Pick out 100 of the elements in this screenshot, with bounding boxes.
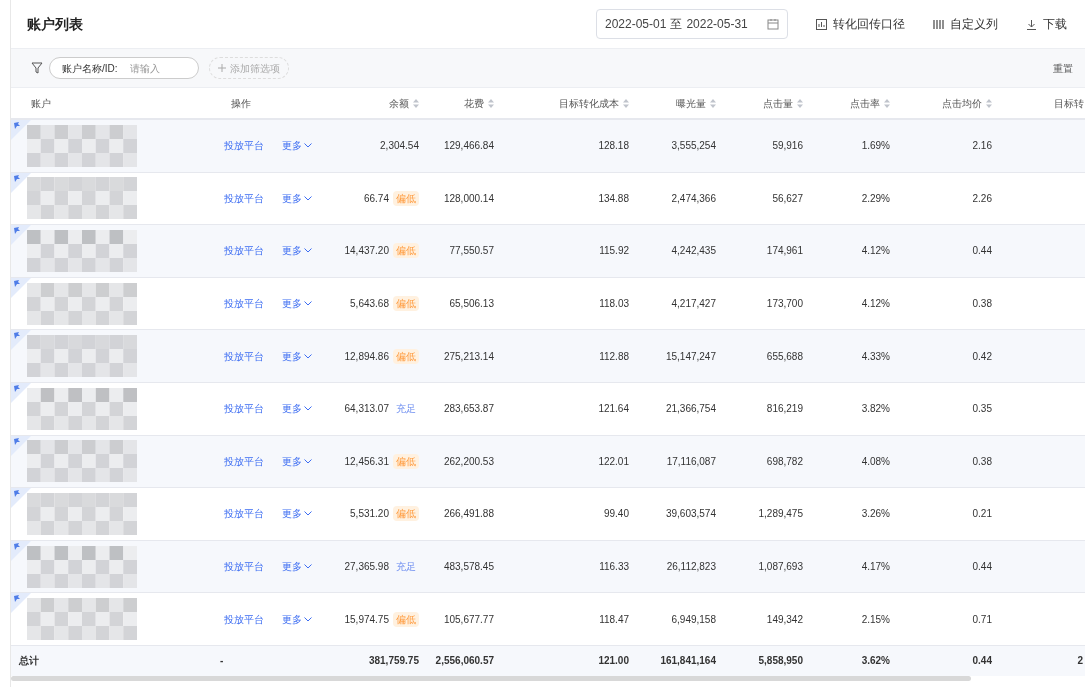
status-tag: 偏低: [393, 296, 419, 312]
platform-link[interactable]: 投放平台: [224, 559, 264, 575]
table-cell-text: 262,200.53: [443, 454, 494, 469]
table-cell-text: 118.03: [599, 297, 629, 312]
table-cell-text: 122.01: [598, 454, 629, 469]
toolbar-button[interactable]: 下载: [1026, 15, 1067, 33]
more-dropdown[interactable]: 更多: [282, 138, 312, 154]
download-icon: [1026, 18, 1037, 30]
chevron-icon: [304, 511, 312, 517]
platform-link[interactable]: 投放平台: [224, 348, 264, 364]
more-dropdown[interactable]: 更多: [282, 348, 312, 364]
table-cell-text: 15,147,247: [665, 349, 716, 364]
table-cell-text: 2.15%: [861, 612, 890, 627]
table-cell-text: 77,550.57: [449, 244, 494, 259]
table-cell-text: 0.21: [972, 507, 992, 522]
sort-icon[interactable]: [710, 98, 716, 108]
table-cell-text: 99.40: [603, 507, 629, 522]
column-header[interactable]: 曝光量: [631, 95, 718, 111]
sort-icon[interactable]: [884, 98, 890, 108]
table-cell-text: 0.44: [972, 244, 992, 259]
table-cell-text: 27,365.98: [344, 560, 389, 575]
table-cell-text: 3,555,254: [671, 139, 716, 154]
table-cell-text: 15,974.75: [344, 612, 389, 627]
sort-icon[interactable]: [413, 98, 419, 108]
start-date: 2022-05-01: [605, 16, 667, 33]
reset-button[interactable]: 重置: [1053, 60, 1073, 76]
table-cell-text: 14,437.20: [344, 244, 389, 259]
more-dropdown[interactable]: 更多: [282, 506, 312, 522]
column-header[interactable]: 点击率: [805, 95, 892, 111]
platform-link[interactable]: 投放平台: [224, 138, 264, 154]
chevron-icon: [304, 143, 312, 149]
table-cell-text: 266,491.88: [443, 507, 494, 522]
table-cell-text: 149,342: [766, 612, 803, 627]
filter-icon[interactable]: [31, 62, 43, 74]
column-header[interactable]: 余额: [331, 95, 421, 111]
more-dropdown[interactable]: 更多: [282, 190, 312, 206]
more-dropdown[interactable]: 更多: [282, 611, 312, 627]
platform-link[interactable]: 投放平台: [224, 296, 264, 312]
status-tag: 偏低: [393, 348, 419, 364]
table-cell-text: 2.16: [972, 139, 992, 154]
chart-icon: [816, 18, 827, 30]
status-tag: 充足: [393, 401, 419, 417]
more-dropdown[interactable]: 更多: [282, 243, 312, 259]
table-cell-text: 0.38: [972, 297, 992, 312]
more-dropdown[interactable]: 更多: [282, 296, 312, 312]
table-cell-text: 115.92: [599, 244, 629, 259]
pin-icon: [11, 593, 31, 614]
table-cell-text: 698,782: [766, 454, 803, 469]
column-header[interactable]: 花费: [421, 95, 496, 111]
platform-link[interactable]: 投放平台: [224, 401, 264, 417]
account-search-field[interactable]: 账户名称/ID: 请输入: [49, 57, 199, 79]
column-header[interactable]: 点击均价: [892, 95, 994, 111]
table-cell-text: 105,677.77: [443, 612, 494, 627]
table-cell-text: 121.00: [597, 654, 630, 669]
more-dropdown[interactable]: 更多: [282, 453, 312, 469]
table-cell-text: 12,894.86: [344, 349, 389, 364]
table-cell-text: 173,700: [766, 297, 803, 312]
table-cell-text: 128.18: [598, 139, 629, 154]
chevron-icon: [304, 616, 312, 622]
table-cell-text: 0.44: [971, 654, 993, 669]
column-header[interactable]: 目标转化成本: [496, 95, 631, 111]
pin-icon: [11, 488, 31, 509]
platform-link[interactable]: 投放平台: [224, 243, 264, 259]
sort-icon[interactable]: [797, 98, 803, 108]
platform-link[interactable]: 投放平台: [224, 506, 264, 522]
chevron-icon: [304, 301, 312, 307]
platform-link[interactable]: 投放平台: [224, 190, 264, 206]
sort-icon[interactable]: [986, 98, 992, 108]
chevron-icon: [304, 564, 312, 570]
sort-icon[interactable]: [623, 98, 629, 108]
column-header[interactable]: 点击量: [718, 95, 805, 111]
search-input[interactable]: 请输入: [129, 60, 190, 76]
date-range-field[interactable]: 2022-05-01 至 2022-05-31: [596, 9, 788, 39]
table-cell-text: 1,289,475: [758, 507, 803, 522]
column-header: 目标转: [1053, 96, 1085, 111]
table-cell-text: 4.08%: [861, 454, 890, 469]
toolbar-button[interactable]: 自定义列: [933, 15, 998, 33]
more-dropdown[interactable]: 更多: [282, 401, 312, 417]
table-cell-text: 6,949,158: [671, 612, 716, 627]
platform-link[interactable]: 投放平台: [224, 453, 264, 469]
column-header: 账户: [30, 96, 52, 111]
table-cell-text: 0.35: [972, 402, 992, 417]
table-cell-text: 134.88: [598, 191, 629, 206]
sort-icon[interactable]: [488, 98, 494, 108]
status-tag: 偏低: [393, 506, 419, 522]
table-cell-text: 655,688: [766, 349, 803, 364]
chevron-icon: [304, 353, 312, 359]
chevron-icon: [304, 458, 312, 464]
table-cell-text: 21,366,754: [665, 402, 716, 417]
platform-link[interactable]: 投放平台: [224, 611, 264, 627]
table-cell-text: 17,116,087: [666, 454, 716, 469]
table-cell-text: 3.62%: [860, 654, 891, 669]
columns-icon: [933, 18, 944, 30]
table-cell-text: 66.74: [363, 191, 389, 206]
range-separator: 至: [670, 16, 683, 33]
more-dropdown[interactable]: 更多: [282, 559, 312, 575]
scrollbar[interactable]: [11, 675, 971, 681]
toolbar-button[interactable]: 转化回传口径: [816, 15, 905, 33]
status-tag: 充足: [393, 559, 419, 575]
table-cell-text: 381,759.75: [367, 654, 420, 669]
